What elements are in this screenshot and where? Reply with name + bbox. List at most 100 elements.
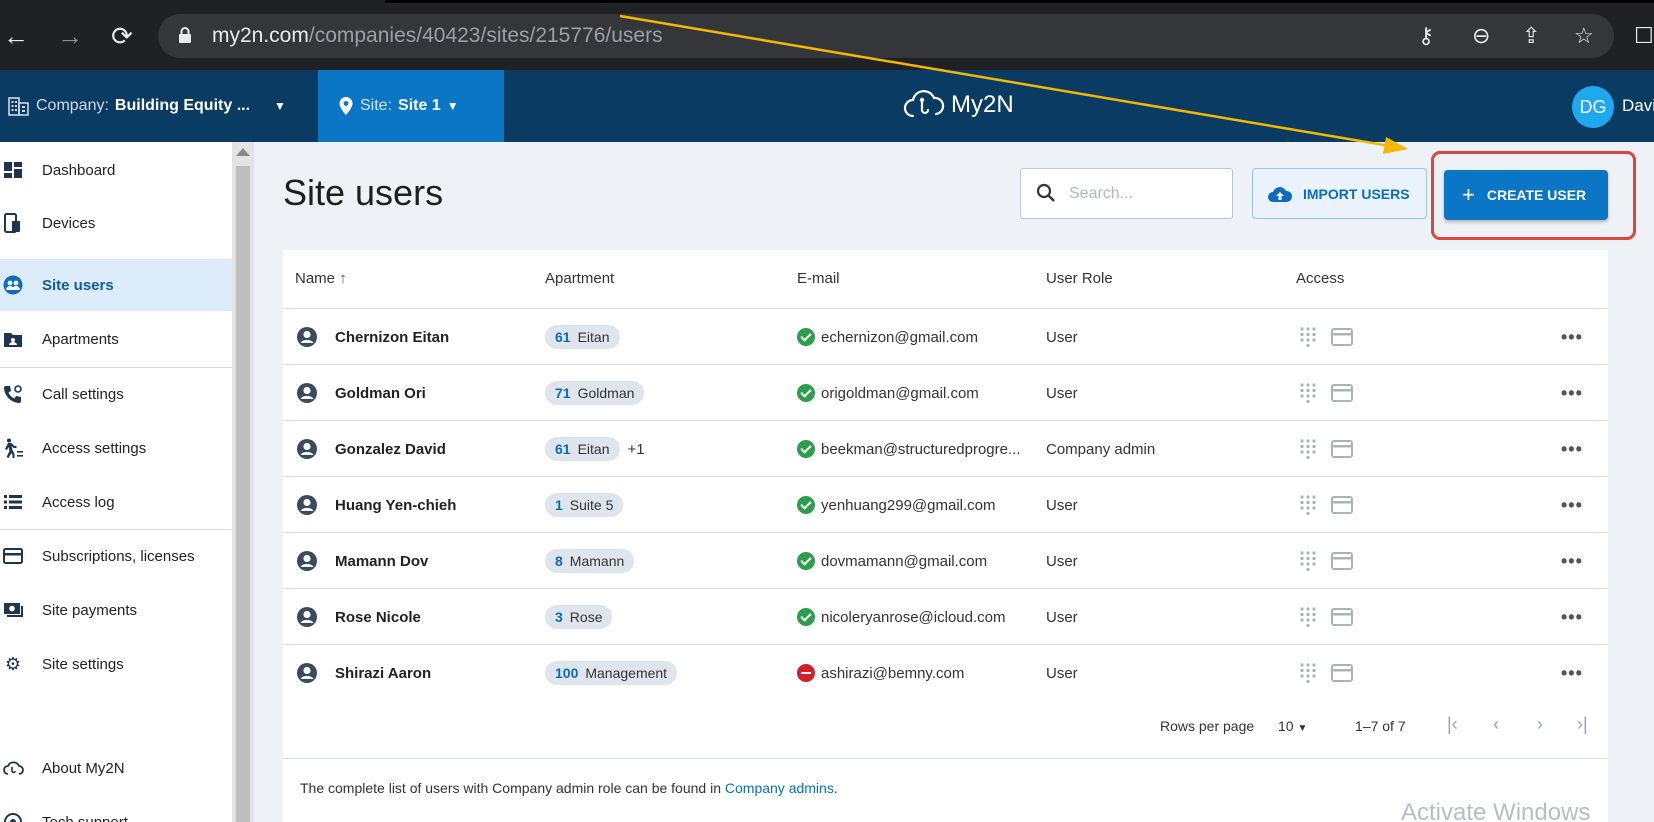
window-icon[interactable]: ☐ xyxy=(1634,24,1654,48)
more-actions-icon[interactable]: ••• xyxy=(1561,309,1583,365)
apartment-name: Suite 5 xyxy=(569,497,614,513)
access-cell xyxy=(1299,645,1353,701)
sidebar-item-apartments[interactable]: Apartments xyxy=(0,313,232,365)
sidebar-item-label: Site payments xyxy=(42,601,138,619)
app-header: Company: Building Equity ... ▼ Site: Sit… xyxy=(0,70,1654,142)
forward-icon[interactable]: → xyxy=(56,22,84,50)
sidebar-item-access-log[interactable]: Access log xyxy=(0,476,232,528)
user-role-cell: User xyxy=(1046,328,1078,346)
back-icon[interactable]: ← xyxy=(2,22,30,50)
key-icon[interactable]: ⚷ xyxy=(1418,24,1434,48)
column-header-user-role: User Role xyxy=(1046,270,1113,287)
reload-icon[interactable]: ⟳ xyxy=(108,22,136,50)
user-account-icon xyxy=(297,327,317,347)
user-name: Mamann Dov xyxy=(335,552,429,570)
cloud-icon xyxy=(3,761,24,775)
share-icon[interactable]: ⇪ xyxy=(1522,24,1540,48)
sidebar-item-about[interactable]: About My2N xyxy=(0,742,232,794)
table-row[interactable]: Mamann Dov 8 Mamann dovmamann@gmail.com … xyxy=(283,532,1608,588)
apartment-number: 100 xyxy=(555,665,579,681)
sidebar-item-site-users[interactable]: Site users xyxy=(0,259,232,311)
last-page-icon[interactable]: ›| xyxy=(1577,714,1588,735)
user-name-cell: Huang Yen-chieh xyxy=(296,477,456,533)
rows-per-page-select[interactable]: 10 ▼ xyxy=(1278,718,1307,734)
sidebar-item-tech-support[interactable]: Tech support xyxy=(0,796,232,822)
sidebar-item-site-settings[interactable]: ⚙ Site settings xyxy=(0,638,232,690)
apartment-name: Eitan xyxy=(577,441,610,457)
cloud-upload-icon xyxy=(1268,186,1293,202)
more-actions-icon[interactable]: ••• xyxy=(1561,365,1583,421)
apartments-icon xyxy=(4,333,22,347)
sidebar-item-access-settings[interactable]: Access settings xyxy=(0,422,232,474)
apartment-cell: 71 Goldman xyxy=(545,365,652,421)
logo-text: My2N xyxy=(951,91,1014,118)
table-row[interactable]: Rose Nicole 3 Rose nicoleryanrose@icloud… xyxy=(283,588,1608,644)
table-row[interactable]: Gonzalez David 61 Eitan +1 beekman@struc… xyxy=(283,420,1608,476)
table-row[interactable]: Shirazi Aaron 100 Management ashirazi@be… xyxy=(283,644,1608,700)
support-icon xyxy=(4,813,22,822)
table-row[interactable]: Goldman Ori 71 Goldman origoldman@gmail.… xyxy=(283,364,1608,420)
more-actions-icon[interactable]: ••• xyxy=(1561,477,1583,533)
sidebar-item-label: Apartments xyxy=(42,330,119,348)
first-page-icon[interactable]: |‹ xyxy=(1447,714,1458,735)
payments-icon xyxy=(4,603,23,617)
sidebar-item-subscriptions[interactable]: Subscriptions, licenses xyxy=(0,530,232,582)
avatar[interactable]: DG xyxy=(1572,86,1614,128)
import-users-button[interactable]: IMPORT USERS xyxy=(1252,168,1427,219)
user-role-cell: User xyxy=(1046,664,1078,682)
email-cell: yenhuang299@gmail.com xyxy=(797,477,996,533)
table-row[interactable]: Chernizon Eitan 61 Eitan echernizon@gmai… xyxy=(283,308,1608,364)
access-cell xyxy=(1299,309,1353,365)
sidebar-item-devices[interactable]: Devices xyxy=(0,197,232,249)
apartment-chip: 3 Rose xyxy=(545,605,613,629)
address-bar[interactable]: my2n.com/companies/40423/sites/215776/us… xyxy=(158,14,1614,58)
user-name-cell: Shirazi Aaron xyxy=(296,645,431,701)
search-icon xyxy=(1036,183,1055,202)
bookmark-star-icon[interactable]: ☆ xyxy=(1574,24,1594,48)
keypad-icon xyxy=(1300,383,1316,404)
sidebar-scrollbar-thumb[interactable] xyxy=(236,166,250,822)
user-email: yenhuang299@gmail.com xyxy=(821,496,996,514)
sidebar-item-site-payments[interactable]: Site payments xyxy=(0,584,232,636)
more-actions-icon[interactable]: ••• xyxy=(1561,421,1583,477)
highlight-annotation-box xyxy=(1431,151,1636,240)
sidebar-item-dashboard[interactable]: Dashboard xyxy=(0,144,232,196)
column-header-name[interactable]: Name ↑ xyxy=(295,270,347,287)
apartment-cell: 3 Rose xyxy=(545,589,620,645)
user-name: Gonzalez David xyxy=(335,440,446,458)
more-actions-icon[interactable]: ••• xyxy=(1561,645,1583,701)
next-page-icon[interactable]: › xyxy=(1537,714,1543,735)
previous-page-icon[interactable]: ‹ xyxy=(1493,714,1499,735)
apartment-chip: 8 Mamann xyxy=(545,549,635,573)
location-pin-icon xyxy=(339,97,353,115)
more-actions-icon[interactable]: ••• xyxy=(1561,589,1583,645)
more-actions-icon[interactable]: ••• xyxy=(1561,533,1583,589)
scroll-up-arrow-icon[interactable] xyxy=(236,148,250,156)
company-prefix: Company: xyxy=(36,97,109,114)
search-box[interactable] xyxy=(1020,168,1233,219)
company-selector[interactable]: Company: Building Equity ... ▼ xyxy=(8,70,286,142)
column-header-label: Name xyxy=(295,270,336,287)
zoom-out-icon[interactable]: ⊖ xyxy=(1472,24,1490,48)
user-role-cell: User xyxy=(1046,384,1078,402)
sidebar-item-call-settings[interactable]: Call settings xyxy=(0,368,232,420)
search-input[interactable] xyxy=(1069,181,1219,207)
company-admins-link[interactable]: Company admins xyxy=(725,780,834,796)
apartment-cell: 100 Management xyxy=(545,645,685,701)
dashboard-icon xyxy=(4,162,22,178)
table-row[interactable]: Huang Yen-chieh 1 Suite 5 yenhuang299@gm… xyxy=(283,476,1608,532)
user-name[interactable]: Davi xyxy=(1622,96,1654,116)
apartment-cell: 61 Eitan xyxy=(545,309,628,365)
sidebar-item-label: Tech support xyxy=(42,813,128,822)
devices-icon xyxy=(4,213,20,233)
building-icon xyxy=(8,97,29,116)
site-selector[interactable]: Site: Site 1 ▼ xyxy=(318,70,504,142)
my2n-logo: My2N xyxy=(903,88,1014,122)
user-email: origoldman@gmail.com xyxy=(821,384,979,402)
user-name: Shirazi Aaron xyxy=(335,664,432,682)
sidebar: Dashboard Devices Site users Apartments … xyxy=(0,142,232,822)
apartment-chip: 61 Eitan xyxy=(545,325,620,349)
column-header-apartment: Apartment xyxy=(545,270,615,287)
check-circle-icon xyxy=(797,496,815,514)
credit-card-icon xyxy=(3,548,23,564)
